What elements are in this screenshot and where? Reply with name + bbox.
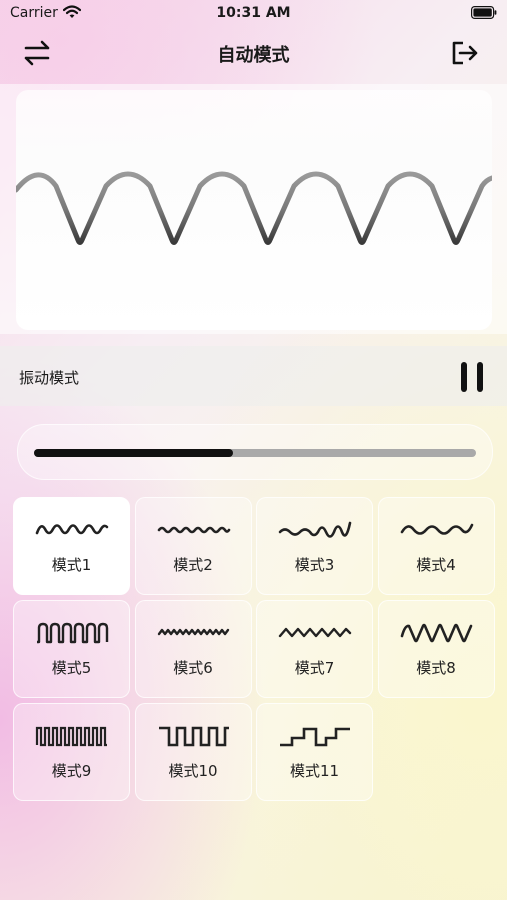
mode-label: 模式9 xyxy=(51,762,92,780)
mode-tile-3[interactable]: 模式3 xyxy=(256,497,373,595)
mode-label: 模式3 xyxy=(294,556,335,574)
mode-tile-6[interactable]: 模式6 xyxy=(134,600,252,698)
mode4-wave-icon xyxy=(400,523,473,535)
status-bar: Carrier 10:31 AM xyxy=(0,0,507,28)
pause-icon[interactable] xyxy=(461,362,485,392)
vibration-mode-bar: 振动模式 xyxy=(0,346,507,406)
mode-tile-7[interactable]: 模式7 xyxy=(256,600,373,698)
mode-tile-4[interactable]: 模式4 xyxy=(377,497,495,595)
mode-tile-2[interactable]: 模式2 xyxy=(134,497,252,595)
mode1-wave-icon xyxy=(35,524,109,535)
mode-label: 模式11 xyxy=(289,762,340,780)
intensity-slider[interactable] xyxy=(34,449,476,457)
status-time: 10:31 AM xyxy=(216,5,291,21)
nav-bar: 自动模式 xyxy=(0,32,507,76)
mode-tile-1[interactable]: 模式1 xyxy=(13,497,130,595)
vibration-mode-label: 振动模式 xyxy=(19,369,80,387)
mode-label: 模式10 xyxy=(168,762,218,780)
mode-tile-5[interactable]: 模式5 xyxy=(13,600,130,698)
mode-tile-10[interactable]: 模式10 xyxy=(134,703,252,801)
mode-label: 模式5 xyxy=(51,659,92,677)
waveform-display xyxy=(16,90,492,330)
waveform-panel xyxy=(0,84,507,334)
intensity-slider-card xyxy=(17,424,493,480)
battery-icon xyxy=(471,6,497,19)
mode-tile-8[interactable]: 模式8 xyxy=(377,600,495,698)
page-title: 自动模式 xyxy=(217,45,290,66)
mode-grid: 模式1 模式2 模式3 模式4 模式5 模式6 模式7 模式8 模式9 模式10… xyxy=(13,497,495,801)
mode-label: 模式4 xyxy=(416,556,456,574)
mode2-wave-icon xyxy=(157,526,230,534)
mode5-wave-icon xyxy=(37,622,109,644)
mode11-wave-icon xyxy=(280,727,350,747)
waveform-graphic xyxy=(16,171,492,245)
mode-label: 模式6 xyxy=(173,659,213,677)
mode-tile-9[interactable]: 模式9 xyxy=(13,703,130,801)
intensity-slider-fill xyxy=(34,449,233,457)
mode-label: 模式1 xyxy=(51,556,92,574)
mode9-wave-icon xyxy=(35,726,107,747)
mode6-wave-icon xyxy=(157,628,229,636)
logout-icon[interactable] xyxy=(451,40,479,66)
mode-tile-11[interactable]: 模式11 xyxy=(256,703,373,801)
mode-label: 模式2 xyxy=(173,556,213,574)
mode-label: 模式8 xyxy=(416,659,456,677)
mode3-wave-icon xyxy=(278,521,352,538)
mode10-wave-icon xyxy=(158,726,229,747)
mode-label: 模式7 xyxy=(294,659,335,677)
mode8-wave-icon xyxy=(400,623,472,643)
mode7-wave-icon xyxy=(278,627,352,638)
